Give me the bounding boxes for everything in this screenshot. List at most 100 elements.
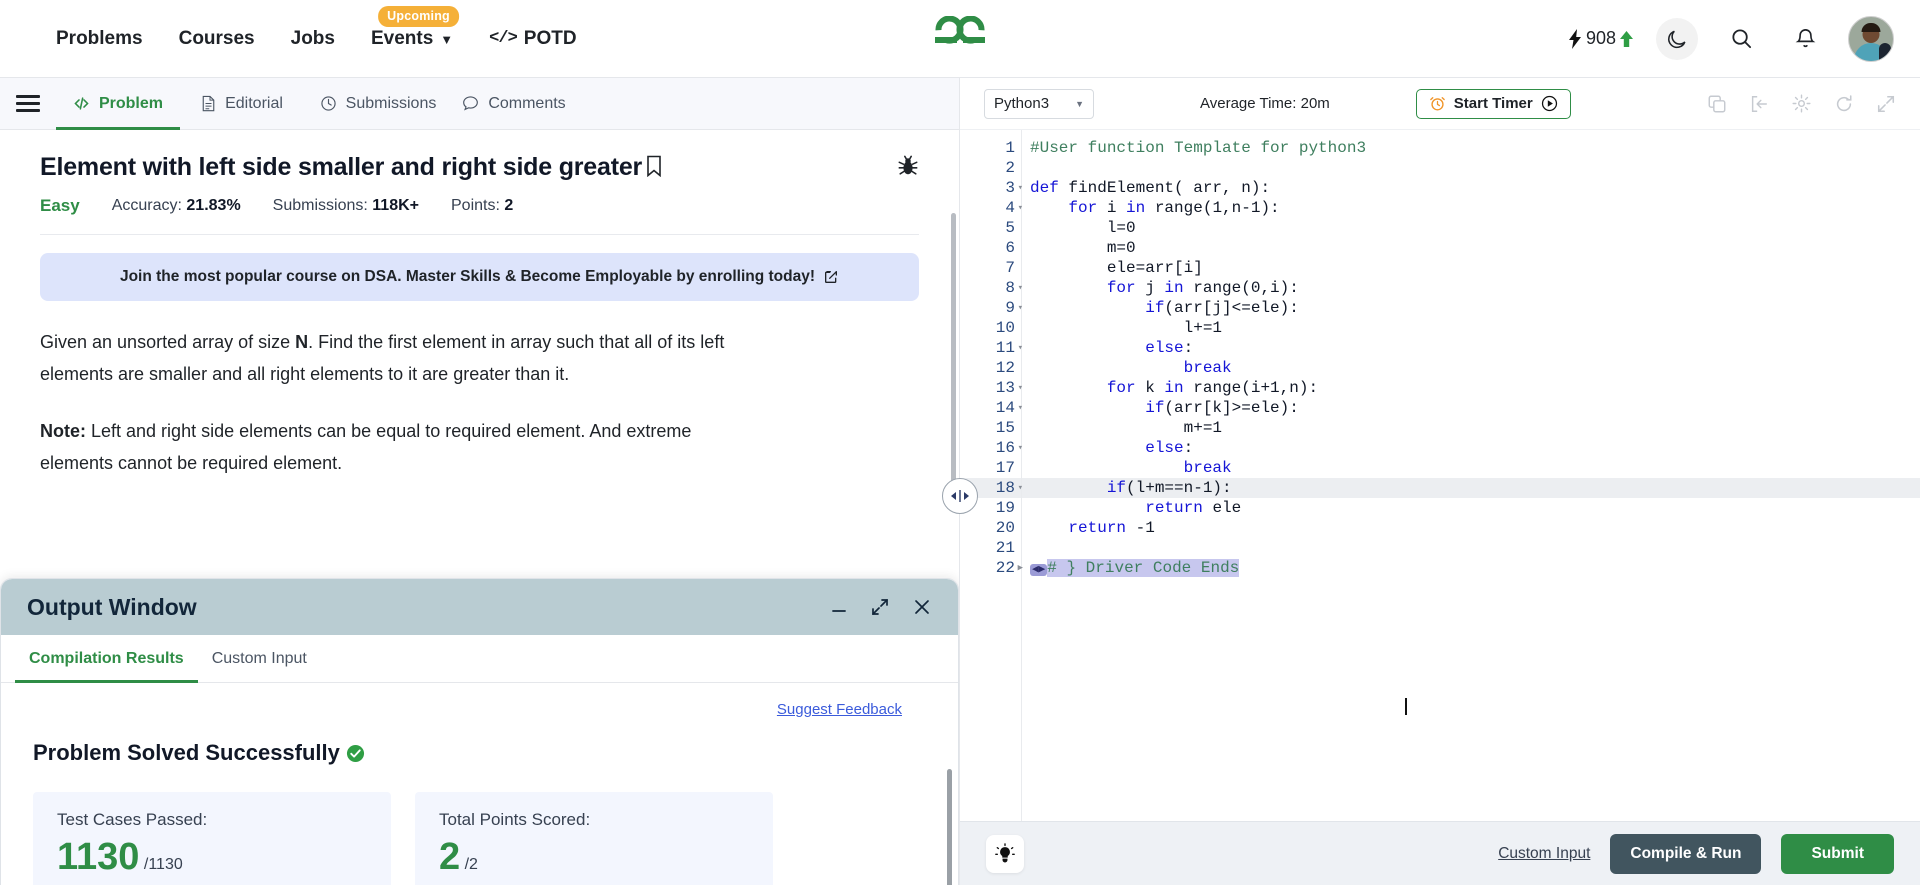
chevron-down-icon: ▼ <box>440 32 454 47</box>
promo-text: Join the most popular course on DSA. Mas… <box>119 268 816 285</box>
nav-item-label: Problems <box>56 27 143 49</box>
promo-banner[interactable]: Join the most popular course on DSA. Mas… <box>40 253 919 301</box>
editor-toolbar: Python3 ▼ Average Time: 20m Start Timer <box>960 78 1920 130</box>
nav-item-courses[interactable]: Courses <box>179 28 255 50</box>
output-scrollbar[interactable] <box>947 769 952 885</box>
code-line[interactable]: return ele <box>1022 498 1920 518</box>
close-icon[interactable] <box>912 597 932 617</box>
code-line[interactable]: def findElement( arr, n): <box>1022 178 1920 198</box>
code-token: -1 <box>1135 519 1155 537</box>
editor-footer: Custom Input Compile & Run Submit <box>960 821 1920 885</box>
tab-submissions[interactable]: Submissions <box>304 78 452 129</box>
code-token: else <box>1145 439 1184 457</box>
output-tab-custom-input[interactable]: Custom Input <box>198 635 321 682</box>
import-icon[interactable] <box>1749 94 1769 114</box>
start-timer-button[interactable]: Start Timer <box>1415 88 1571 119</box>
code-line[interactable]: if(arr[j]<=ele): <box>1022 298 1920 318</box>
code-line[interactable]: for k in range(i+1,n): <box>1022 378 1920 398</box>
check-circle-icon <box>346 744 364 762</box>
suggest-feedback-link[interactable]: Suggest Feedback <box>33 701 926 718</box>
code-line[interactable]: ele=arr[i] <box>1022 258 1920 278</box>
code-line[interactable]: return -1 <box>1022 518 1920 538</box>
code-line[interactable]: l+=1 <box>1022 318 1920 338</box>
nav-item-potd[interactable]: </> POTD <box>489 28 576 50</box>
geeksforgeeks-logo[interactable] <box>926 15 994 67</box>
tab-problem[interactable]: Problem <box>56 78 180 130</box>
code-line[interactable]: break <box>1022 458 1920 478</box>
reset-icon[interactable] <box>1834 94 1854 114</box>
nav-item-problems[interactable]: Problems <box>56 28 143 50</box>
code-line[interactable]: l=0 <box>1022 218 1920 238</box>
code-token: return <box>1145 499 1213 517</box>
line-number: 6 <box>1005 239 1015 257</box>
code-token: (l+m==n-1): <box>1126 479 1232 497</box>
panel-splitter-handle[interactable] <box>942 478 978 514</box>
search-button[interactable] <box>1720 18 1762 60</box>
code-line[interactable]: break <box>1022 358 1920 378</box>
line-number: 16 ▾ <box>995 439 1023 457</box>
bug-icon[interactable] <box>897 155 919 182</box>
tab-label: Editorial <box>225 94 283 112</box>
code-line[interactable]: for i in range(1,n-1): <box>1022 198 1920 218</box>
external-link-icon <box>825 271 838 283</box>
gfg-logo-icon <box>935 15 985 44</box>
nav-item-jobs[interactable]: Jobs <box>291 28 335 50</box>
compile-and-run-button[interactable]: Compile & Run <box>1610 833 1762 874</box>
output-window-title: Output Window <box>27 593 197 620</box>
code-line[interactable]: m+=1 <box>1022 418 1920 438</box>
code-token: l=0 <box>1030 219 1136 237</box>
code-token: range(0,i): <box>1193 279 1299 297</box>
bookmark-icon[interactable] <box>646 155 662 182</box>
submit-button[interactable]: Submit <box>1781 833 1894 874</box>
minimize-icon[interactable] <box>830 598 848 616</box>
settings-gear-icon[interactable] <box>1791 93 1812 114</box>
user-avatar[interactable] <box>1848 15 1894 62</box>
line-number: 7 <box>1005 259 1015 277</box>
tab-label: Submissions <box>345 94 437 112</box>
line-number: 12 <box>995 359 1015 377</box>
hint-button[interactable] <box>986 834 1024 873</box>
code-line[interactable]: ◀▶ # } Driver Code Ends <box>1022 558 1920 578</box>
result-card-label: Test Cases Passed: <box>57 810 208 829</box>
result-card: Test Cases Passed: 1130 /1130 <box>33 792 391 885</box>
tab-editorial[interactable]: Editorial <box>180 78 304 129</box>
dark-mode-toggle[interactable] <box>1656 17 1698 60</box>
code-line[interactable]: for j in range(0,i): <box>1022 278 1920 298</box>
streak-counter[interactable]: 908 <box>1568 28 1634 49</box>
code-line[interactable]: #User function Template for python3 <box>1022 138 1920 158</box>
points-value: 2 <box>504 197 514 214</box>
code-content[interactable]: #User function Template for python3 def … <box>1022 130 1920 821</box>
code-token: return <box>1068 519 1136 537</box>
code-line[interactable] <box>1022 538 1920 558</box>
code-line[interactable]: else: <box>1022 438 1920 458</box>
output-window: Output Window Compilation Results Custom… <box>0 578 959 885</box>
code-token: in <box>1126 199 1155 217</box>
status-text: Problem Solved Successfully <box>33 740 340 765</box>
code-editor[interactable]: 1 2 3 ▾ 4 ▾ 5 6 7 8 ▾ 9 ▾ 10 11 ▾ 12 13 ▾ 14 ▾ 15 16 ▾ 17 18 ▾ 19 20… <box>960 130 1920 821</box>
code-line[interactable]: else: <box>1022 338 1920 358</box>
hamburger-icon[interactable] <box>0 78 56 129</box>
tab-comments[interactable]: Comments <box>452 78 576 129</box>
notifications-button[interactable] <box>1784 18 1826 60</box>
problem-scrollbar[interactable] <box>951 213 956 483</box>
code-line[interactable] <box>1022 158 1920 178</box>
code-token: for <box>1106 379 1146 397</box>
code-line[interactable]: if(arr[k]>=ele): <box>1022 398 1920 418</box>
expand-icon[interactable] <box>870 597 890 617</box>
resize-horizontal-icon <box>951 490 969 502</box>
output-tab-compilation-results[interactable]: Compilation Results <box>15 635 198 683</box>
nav-item-label: Jobs <box>290 27 335 49</box>
language-select[interactable]: Python3 ▼ <box>984 88 1094 119</box>
avatar-backpack <box>1879 42 1891 61</box>
fullscreen-icon[interactable] <box>1876 94 1896 114</box>
line-number: 2 <box>1005 159 1015 177</box>
copy-icon[interactable] <box>1707 94 1727 114</box>
code-line[interactable]: if(l+m==n-1): <box>1022 478 1920 498</box>
output-window-header: Output Window <box>1 579 958 635</box>
code-line[interactable]: m=0 <box>1022 238 1920 258</box>
nav-item-events[interactable]: Upcoming Events ▼ <box>371 5 459 50</box>
custom-input-link[interactable]: Custom Input <box>1498 845 1590 863</box>
top-navigation-bar: Problems Courses Jobs Upcoming Events ▼ </> POT… <box>0 0 1920 78</box>
